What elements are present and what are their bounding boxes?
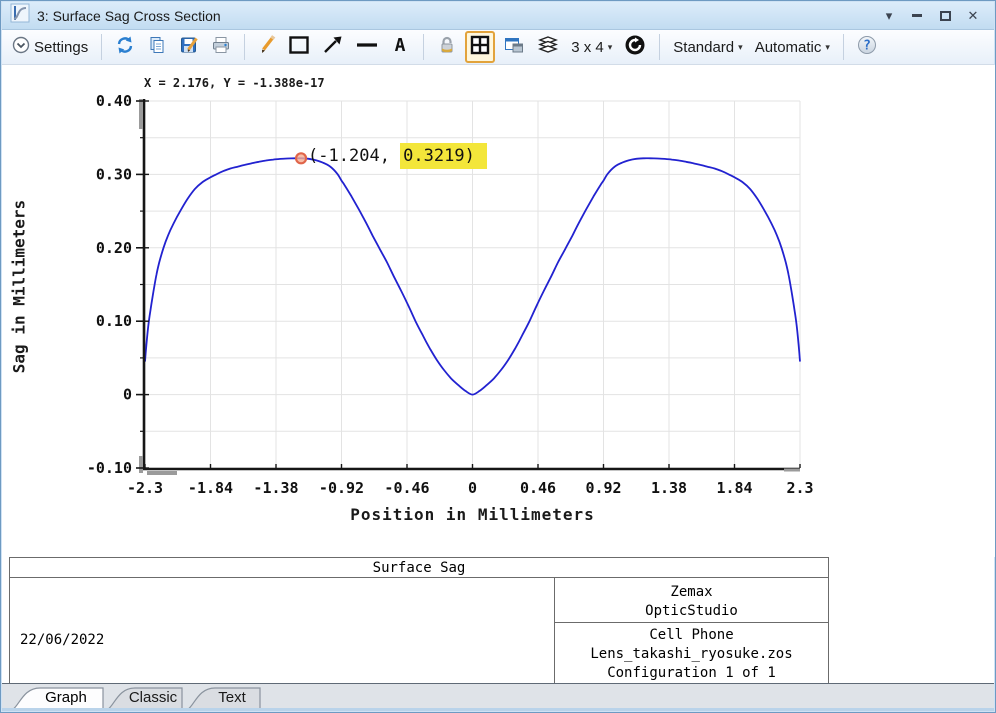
svg-text:0.10: 0.10	[96, 312, 132, 330]
tab-classic[interactable]: Classic	[103, 685, 183, 711]
x-axis-title: Position in Millimeters	[145, 505, 800, 524]
lock-button[interactable]	[433, 32, 461, 62]
separator	[659, 34, 660, 60]
window-placement-button[interactable]	[499, 32, 529, 62]
analysis-details: 22/06/2022 Surface 14. Units are Millime…	[10, 578, 555, 683]
settings-chevron-icon	[12, 36, 30, 58]
arrow-tool-button[interactable]	[318, 32, 348, 62]
tile-windows-button[interactable]	[465, 31, 495, 63]
four-pane-grid-icon	[469, 34, 491, 60]
cursor-readout: X = 2.176, Y = -1.388e-17	[144, 76, 325, 90]
close-button[interactable]: ✕	[966, 9, 980, 23]
svg-text:0: 0	[123, 386, 132, 404]
svg-text:0.20: 0.20	[96, 239, 132, 257]
separator	[101, 34, 102, 60]
info-table: Surface Sag 22/06/2022 Surface 14. Units…	[9, 557, 829, 684]
reset-icon	[624, 34, 646, 60]
svg-text:0.92: 0.92	[585, 479, 621, 497]
help-icon: ?	[857, 35, 877, 59]
svg-text:2.3: 2.3	[786, 479, 813, 497]
separator	[423, 34, 424, 60]
svg-text:0.40: 0.40	[96, 92, 132, 110]
tab-graph[interactable]: Graph	[8, 685, 104, 711]
sag-plot: 0.40 0.30 0.20 0.10 0 -0.10 -2.3 -1.84 -1.38 -0.9…	[2, 65, 996, 557]
text-tool-button[interactable]: A	[386, 32, 414, 62]
svg-text:-0.92: -0.92	[319, 479, 364, 497]
chevron-down-icon: ▾	[825, 43, 830, 52]
svg-text:-0.10: -0.10	[87, 459, 132, 477]
pencil-icon	[258, 35, 276, 59]
svg-text:-0.46: -0.46	[384, 479, 429, 497]
lock-icon	[437, 35, 457, 59]
svg-text:0: 0	[468, 479, 477, 497]
marker-annotation: (-1.204, 0.3219)	[308, 143, 487, 169]
surface-stack-button[interactable]	[533, 31, 563, 63]
chevron-down-icon: ▾	[608, 43, 613, 52]
line-tool-button[interactable]	[352, 32, 382, 62]
svg-text:-2.3: -2.3	[127, 479, 163, 497]
window-overlay-icon	[503, 35, 525, 59]
brand-cell: Zemax OpticStudio	[555, 578, 828, 623]
chevron-down-icon: ▾	[738, 43, 743, 52]
titlebar[interactable]: 3: Surface Sag Cross Section ▾ ✕	[2, 2, 994, 30]
copy-button[interactable]	[143, 32, 171, 62]
save-button[interactable]	[175, 32, 203, 62]
help-button[interactable]: ?	[853, 32, 881, 62]
rectangle-icon	[288, 35, 310, 59]
automatic-dropdown[interactable]: Automatic ▾	[751, 36, 834, 59]
svg-text:A: A	[395, 35, 406, 55]
print-icon	[211, 35, 231, 59]
svg-text:-1.38: -1.38	[253, 479, 298, 497]
file-cell: Cell Phone Lens_takashi_ryosuke.zos Conf…	[555, 623, 828, 683]
y-axis-title: Sag in Millimeters	[10, 177, 29, 397]
reset-view-button[interactable]	[620, 31, 650, 63]
svg-text:0.46: 0.46	[520, 479, 556, 497]
info-table-title: Surface Sag	[9, 557, 829, 578]
app-icon	[10, 3, 30, 28]
separator	[843, 34, 844, 60]
tab-text[interactable]: Text	[183, 685, 261, 711]
rectangle-tool-button[interactable]	[284, 32, 314, 62]
line-icon	[356, 35, 378, 59]
minimize-button[interactable]	[910, 9, 924, 23]
svg-text:-1.84: -1.84	[188, 479, 233, 497]
maximize-button[interactable]	[938, 9, 952, 23]
svg-text:1.84: 1.84	[716, 479, 752, 497]
window-title: 3: Surface Sag Cross Section	[37, 8, 875, 24]
standard-dropdown[interactable]: Standard ▾	[669, 36, 746, 59]
save-icon	[179, 35, 199, 59]
refresh-button[interactable]	[111, 32, 139, 62]
print-button[interactable]	[207, 32, 235, 62]
copy-icon	[147, 35, 167, 59]
arrow-icon	[322, 35, 344, 59]
text-tool-icon: A	[390, 35, 410, 59]
toolbar: Settings	[2, 30, 994, 65]
highlighted-value: 0.3219)	[400, 143, 487, 169]
window-menu-button[interactable]: ▾	[882, 9, 896, 23]
refresh-icon	[115, 35, 135, 59]
pencil-tool-button[interactable]	[254, 32, 280, 62]
graph-panel[interactable]: X = 2.176, Y = -1.388e-17 0.400.300.200.…	[2, 65, 996, 557]
grid-layout-dropdown[interactable]: 3 x 4 ▾	[567, 36, 616, 59]
settings-button[interactable]: Settings	[8, 33, 92, 61]
svg-text:1.38: 1.38	[651, 479, 687, 497]
layers-icon	[537, 34, 559, 60]
tab-strip: Graph Classic Text	[2, 683, 994, 711]
app-window: 3: Surface Sag Cross Section ▾ ✕ Setting…	[0, 0, 996, 713]
svg-text:?: ?	[863, 39, 871, 54]
separator	[244, 34, 245, 60]
svg-text:0.30: 0.30	[96, 165, 132, 183]
